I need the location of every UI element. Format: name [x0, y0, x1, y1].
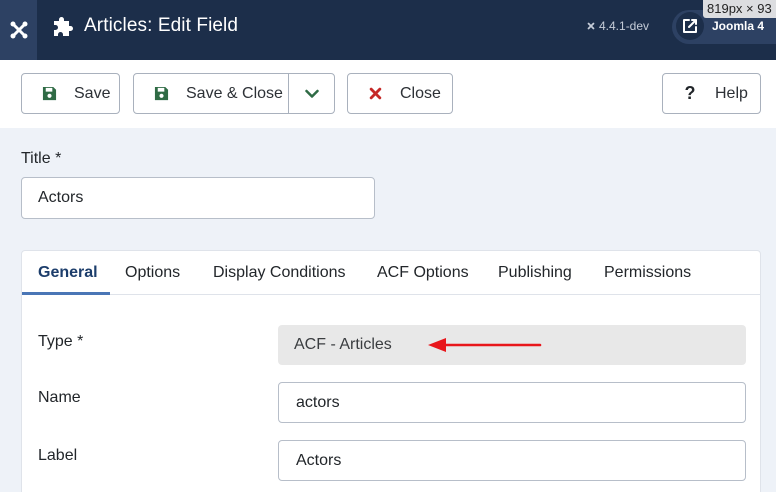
tab-general[interactable]: General [22, 251, 110, 295]
label-label: Label [38, 447, 78, 464]
floppy-disk-icon [40, 85, 58, 103]
close-label: Close [400, 84, 441, 102]
toolbar: Save Save & Close Close ? Help [0, 60, 776, 128]
save-button[interactable]: Save [21, 73, 120, 114]
tab-bar: General Options Display Conditions ACF O… [22, 251, 760, 295]
external-link-icon [683, 19, 697, 33]
label-input[interactable] [278, 440, 746, 481]
save-close-button[interactable]: Save & Close [134, 74, 288, 113]
close-icon [366, 85, 384, 103]
app-header: Articles: Edit Field 4.4.1-dev Joomla 4 … [0, 0, 776, 60]
save-label: Save [74, 84, 111, 102]
page-title: Articles: Edit Field [84, 15, 239, 36]
help-label: Help [715, 84, 748, 102]
version-text: 4.4.1-dev [599, 19, 650, 33]
tab-publishing[interactable]: Publishing [498, 251, 572, 295]
save-close-label: Save & Close [186, 84, 283, 102]
tab-permissions[interactable]: Permissions [604, 251, 691, 295]
field-edit-card: General Options Display Conditions ACF O… [21, 250, 761, 492]
version-info: 4.4.1-dev [586, 19, 649, 33]
save-close-button-group: Save & Close [133, 73, 335, 114]
annotation-arrow-icon [428, 338, 542, 352]
floppy-disk-icon [152, 85, 170, 103]
name-input[interactable] [278, 382, 746, 423]
name-label: Name [38, 389, 81, 406]
help-button[interactable]: ? Help [662, 73, 761, 114]
puzzle-piece-icon [54, 17, 73, 36]
joomla-logo-icon [10, 21, 27, 39]
joomla-logo-button[interactable] [0, 0, 37, 60]
tab-acf-options[interactable]: ACF Options [377, 251, 469, 295]
tab-display-conditions[interactable]: Display Conditions [213, 251, 346, 295]
external-link-icon-holder [676, 12, 704, 40]
type-label: Type * [38, 333, 84, 350]
chevron-down-icon [304, 89, 319, 98]
close-button[interactable]: Close [347, 73, 453, 114]
save-options-dropdown-button[interactable] [288, 74, 334, 113]
joomla-small-icon [587, 22, 595, 30]
tab-options[interactable]: Options [125, 251, 180, 295]
title-input[interactable] [21, 177, 375, 219]
question-mark-icon: ? [684, 83, 696, 103]
site-name-label[interactable]: Joomla 4 [712, 19, 764, 33]
dimensions-overlay: 819px × 93 [703, 0, 776, 18]
title-label: Title * [21, 150, 62, 167]
